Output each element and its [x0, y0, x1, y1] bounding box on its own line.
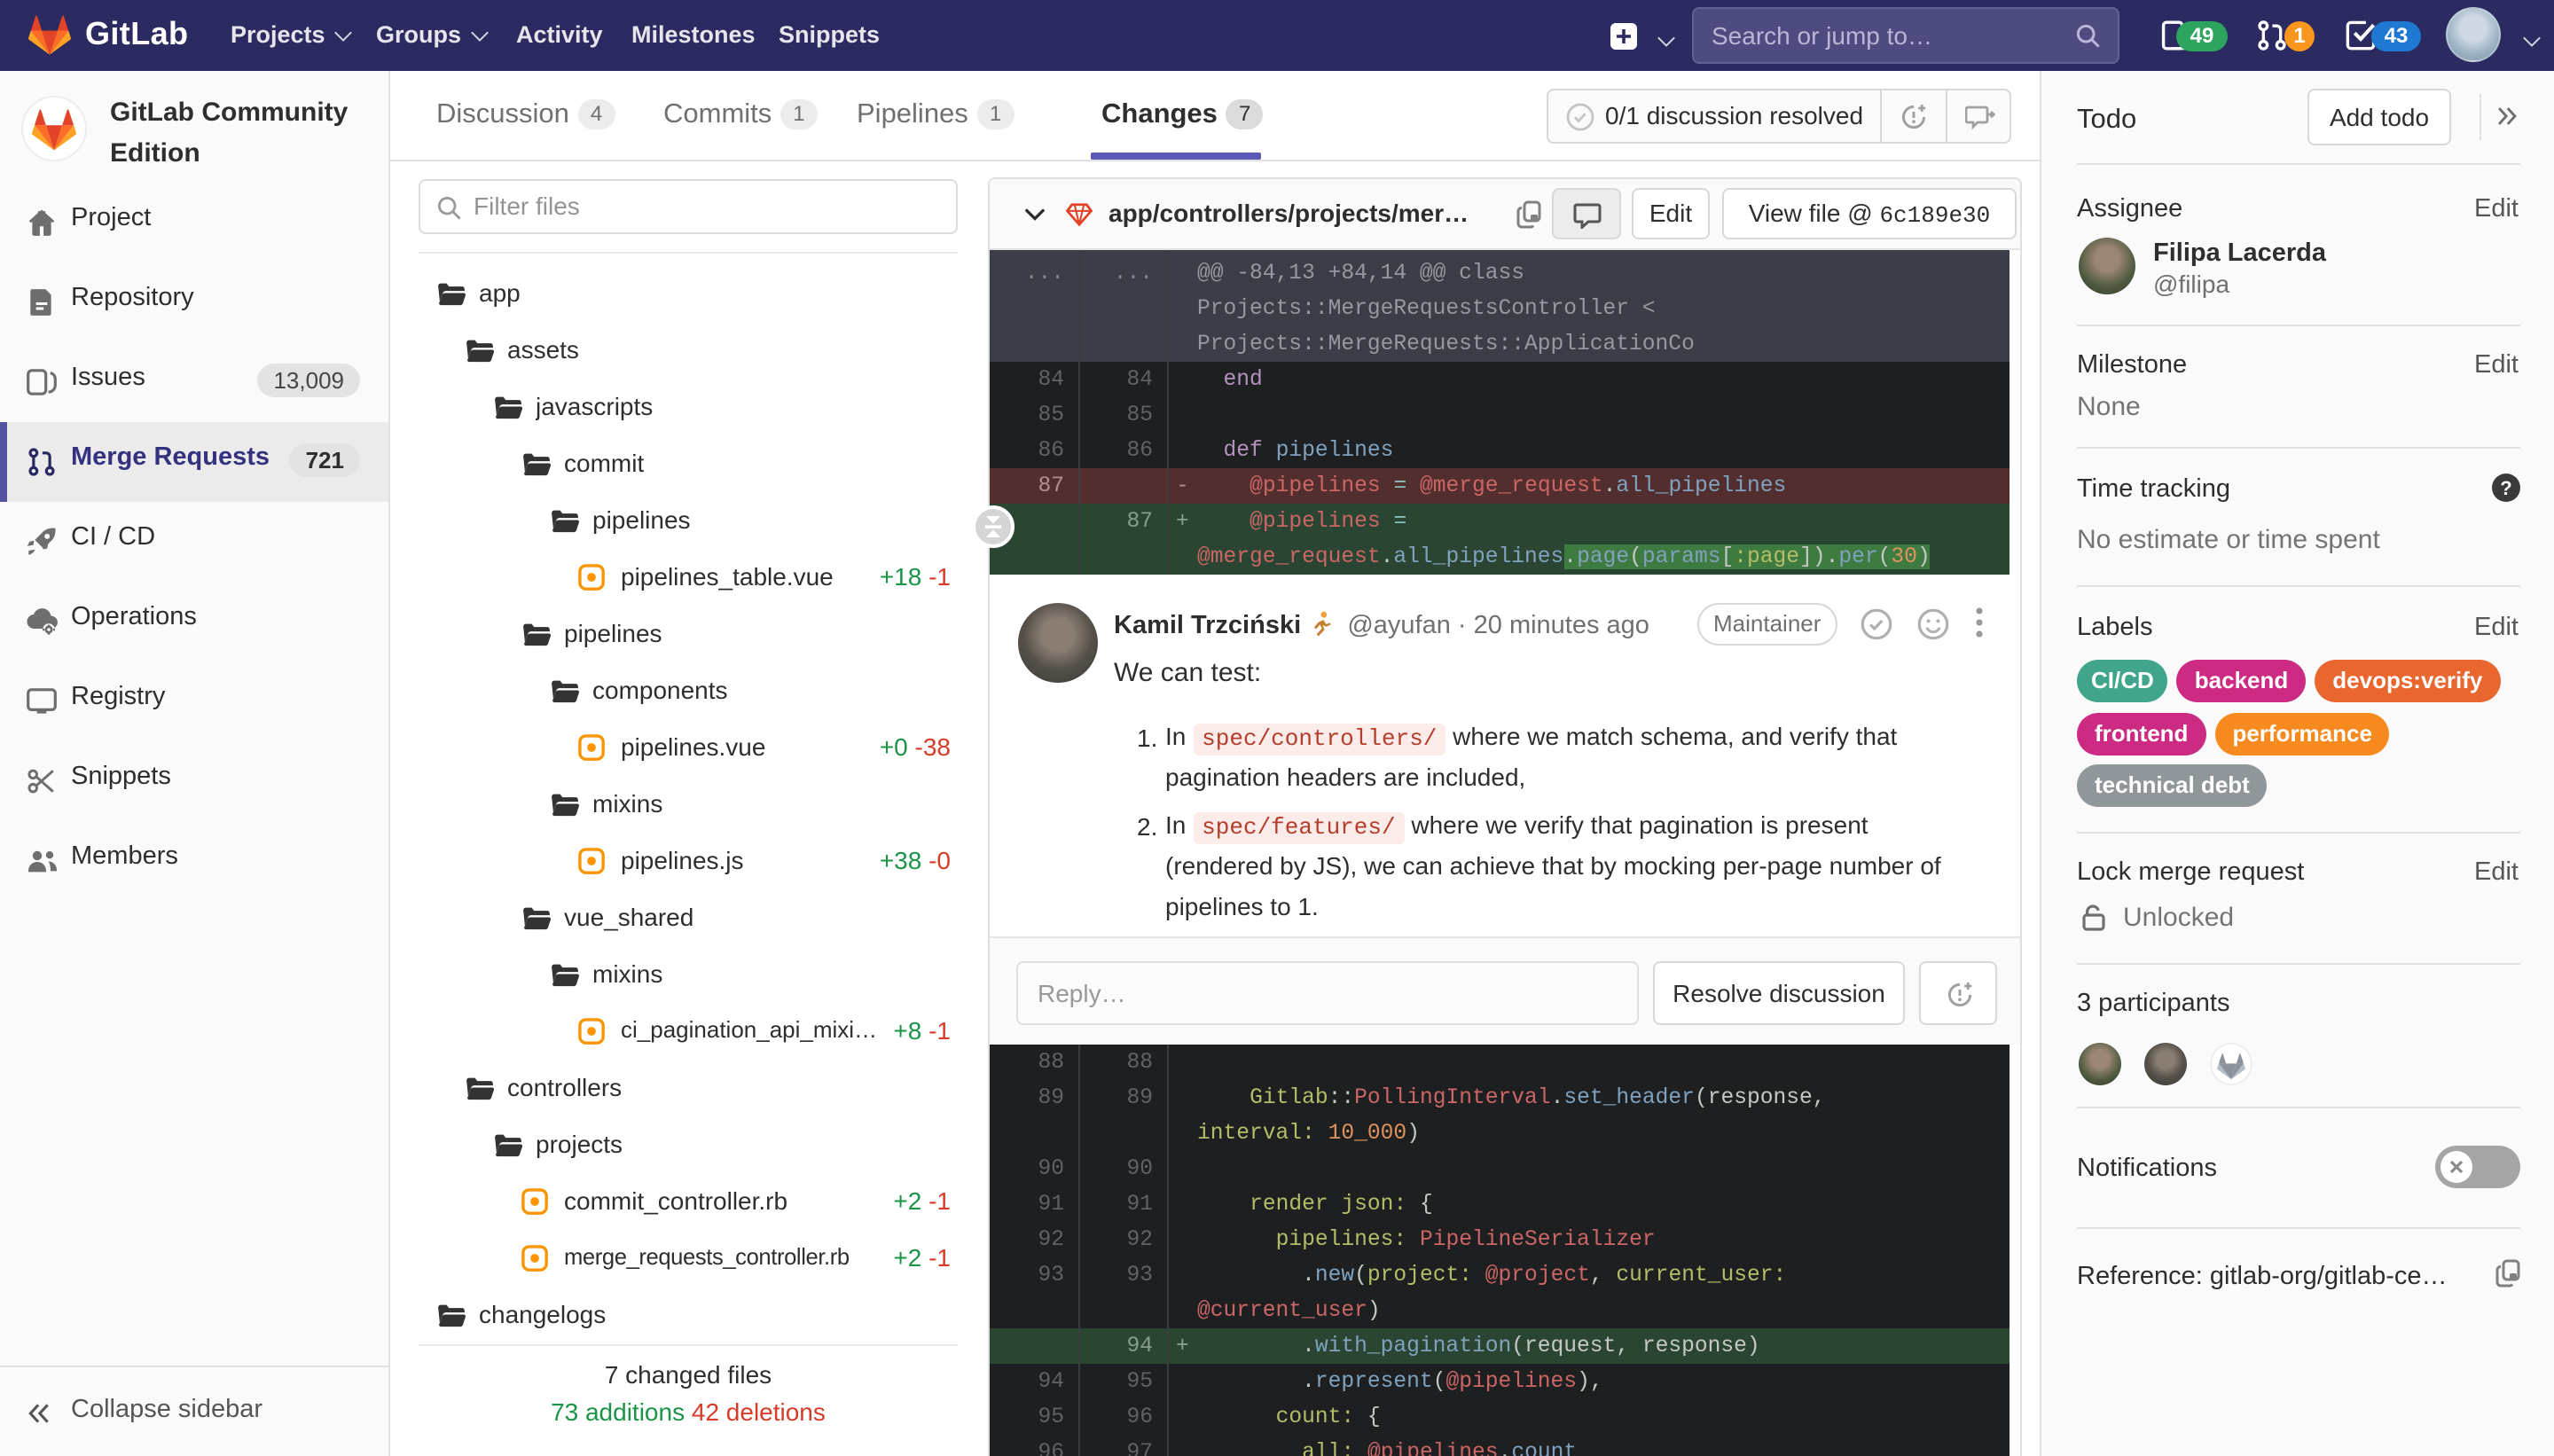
svg-text:?: ?	[2500, 477, 2511, 499]
